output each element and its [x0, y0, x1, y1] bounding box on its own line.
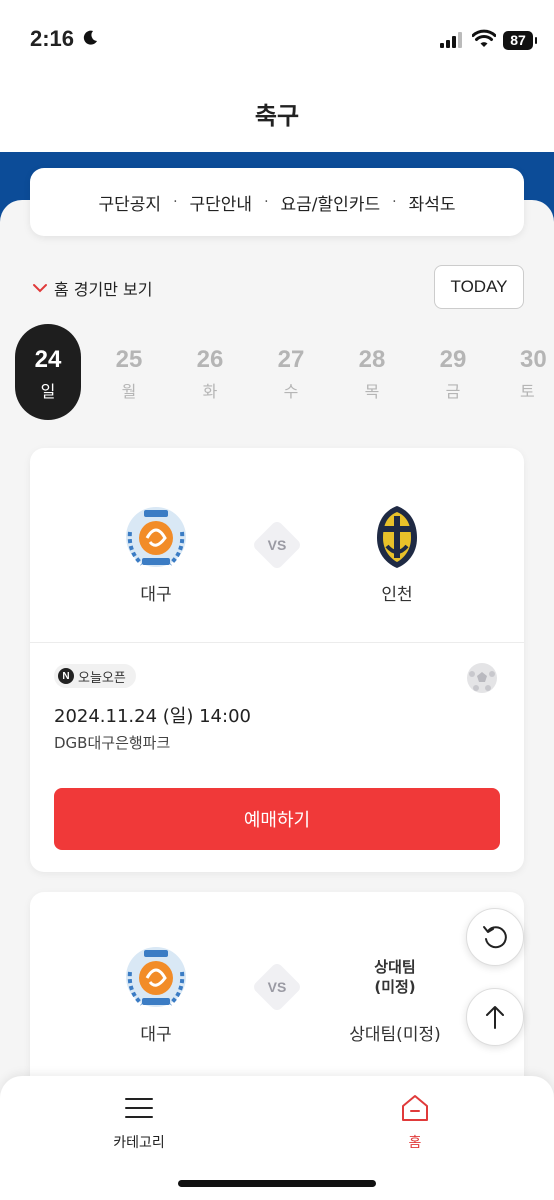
date-weekday: 목: [364, 382, 380, 401]
nav-home-label: 홈: [408, 1135, 422, 1151]
date-weekday: 수: [283, 382, 299, 401]
home-team: 대구: [96, 942, 216, 1045]
away-team: 상대팀 (미정) 상대팀(미정): [337, 942, 453, 1045]
date-item-25[interactable]: 25 월: [96, 324, 162, 420]
date-number: 27: [277, 346, 305, 373]
date-number: 26: [196, 346, 224, 373]
home-indicator: [178, 1180, 376, 1187]
date-item-27[interactable]: 27 수: [258, 324, 324, 420]
refresh-button[interactable]: [466, 908, 524, 966]
moon-icon: [83, 30, 97, 45]
vs-badge: VS: [251, 519, 303, 571]
daegu-fc-logo-icon: [126, 507, 186, 567]
battery-indicator: 87: [503, 31, 537, 50]
separator-dot: ·: [264, 194, 269, 210]
separator-dot: ·: [173, 194, 178, 210]
open-today-label: 오늘오픈: [78, 670, 126, 686]
cellular-signal-icon: [440, 32, 462, 48]
date-item-24[interactable]: 24 일: [15, 324, 81, 420]
tbd-team-logo: 상대팀 (미정): [374, 958, 416, 996]
app-header: 축구: [0, 80, 554, 152]
date-item-26[interactable]: 26 화: [177, 324, 243, 420]
date-number: 29: [439, 346, 467, 373]
club-link-fares[interactable]: 요금/할인카드: [281, 190, 381, 215]
date-weekday: 일: [40, 382, 56, 401]
away-team-name: 인천: [381, 585, 413, 605]
arrow-up-icon: [486, 1006, 504, 1029]
club-link-seat-map[interactable]: 좌석도: [409, 190, 456, 215]
nav-category-label: 카테고리: [113, 1135, 165, 1151]
date-number: 25: [115, 346, 143, 373]
club-link-notice[interactable]: 구단공지: [99, 190, 162, 215]
home-team-name: 대구: [140, 585, 172, 605]
home-team: 대구: [96, 502, 216, 605]
home-only-label: 홈 경기만 보기: [54, 280, 153, 299]
club-link-info[interactable]: 구단안내: [190, 190, 253, 215]
soccer-ball-icon: [467, 663, 497, 693]
today-button[interactable]: TODAY: [434, 265, 524, 309]
n-badge-icon: N: [58, 668, 74, 684]
nav-home[interactable]: 홈: [355, 1092, 475, 1152]
scroll-top-button[interactable]: [466, 988, 524, 1046]
page-title: 축구: [254, 102, 300, 130]
status-bar: 2:16 87: [0, 0, 554, 80]
date-weekday: 토: [520, 382, 535, 401]
date-item-30[interactable]: 30 토: [501, 324, 554, 420]
date-weekday: 금: [445, 382, 461, 401]
daegu-fc-logo-icon: [126, 947, 186, 1007]
wifi-icon: [472, 29, 496, 47]
date-item-28[interactable]: 28 목: [339, 324, 405, 420]
vs-badge: VS: [251, 961, 303, 1013]
match-venue: DGB대구은행파크: [54, 734, 171, 752]
away-team-name: 상대팀(미정): [349, 1025, 441, 1045]
match-card: 대구 VS 인천 N 오늘오픈 2024.11.24 (일) 14:00 DGB…: [30, 448, 524, 872]
date-weekday: 월: [121, 382, 137, 401]
card-divider: [30, 642, 524, 643]
date-item-29[interactable]: 29 금: [420, 324, 486, 420]
status-time: 2:16: [30, 26, 75, 51]
date-number: 30: [520, 346, 547, 373]
match-datetime: 2024.11.24 (일) 14:00: [54, 706, 251, 727]
refresh-icon: [483, 926, 507, 949]
date-weekday: 화: [202, 382, 218, 401]
chevron-down-icon: [33, 284, 47, 293]
hamburger-menu-icon: [125, 1098, 153, 1118]
incheon-united-logo-icon: [377, 506, 417, 568]
book-ticket-button[interactable]: 예매하기: [54, 788, 500, 850]
nav-category[interactable]: 카테고리: [79, 1092, 199, 1152]
separator-dot: ·: [392, 194, 397, 210]
date-number: 28: [358, 346, 386, 373]
date-number: 24: [34, 346, 62, 373]
home-team-name: 대구: [140, 1025, 172, 1045]
club-links-bar: 구단공지 · 구단안내 · 요금/할인카드 · 좌석도: [30, 168, 524, 236]
date-strip: 24 일 25 월 26 화 27 수 28 목 29 금 30 토: [0, 324, 554, 422]
home-icon: [402, 1095, 428, 1121]
open-today-badge: N 오늘오픈: [54, 664, 136, 688]
home-only-filter[interactable]: 홈 경기만 보기: [32, 276, 153, 300]
away-team: 인천: [337, 502, 457, 605]
